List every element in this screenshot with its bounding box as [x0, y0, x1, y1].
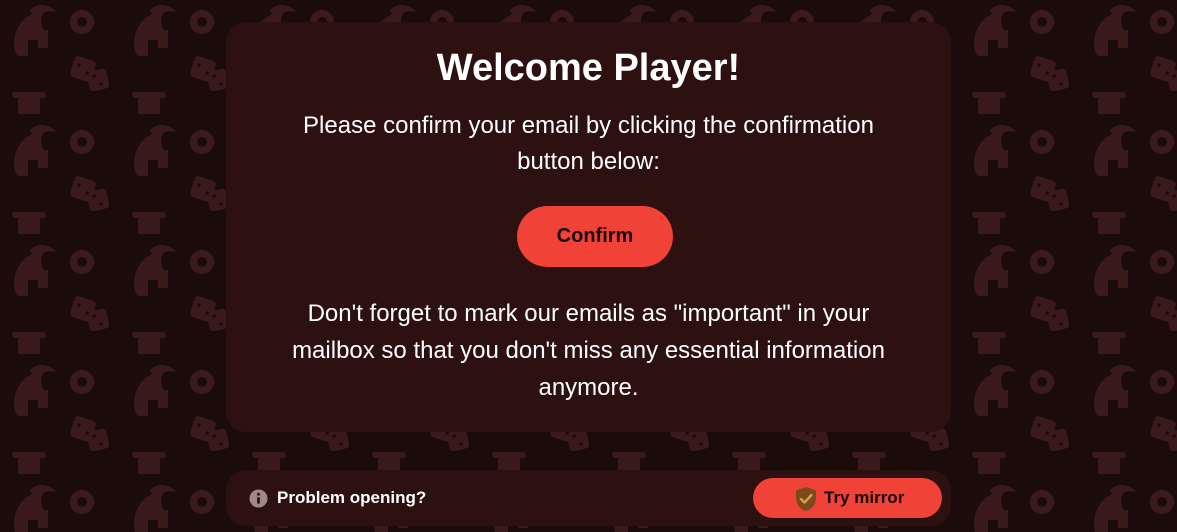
problem-bar: Problem opening? Try mirror	[226, 470, 951, 526]
reminder-text: Don't forget to mark our emails as "impo…	[292, 300, 885, 401]
page-title: Welcome Player!	[436, 47, 741, 89]
problem-opening-text: Problem opening?	[277, 488, 427, 507]
intro-text: Please confirm your email by clicking th…	[303, 112, 874, 175]
try-mirror-label: Try mirror	[824, 488, 905, 507]
info-icon	[249, 489, 268, 508]
try-mirror-button[interactable]: Try mirror	[753, 478, 942, 518]
confirm-button[interactable]: Confirm	[517, 206, 673, 267]
confirmation-card: Welcome Player! Please confirm your emai…	[226, 22, 951, 432]
shield-check-icon	[796, 487, 816, 511]
